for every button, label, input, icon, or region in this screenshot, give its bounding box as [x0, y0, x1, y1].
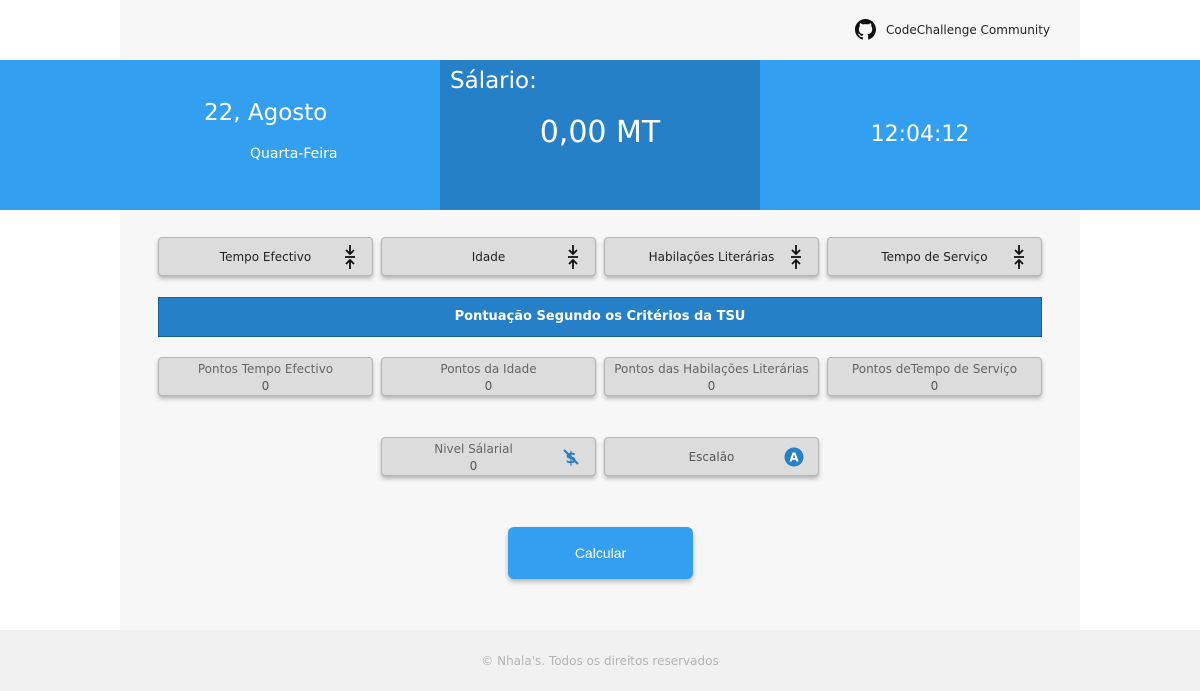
current-weekday: Quarta-Feira	[250, 146, 338, 162]
current-date: 22, Agosto	[204, 100, 328, 126]
footer: © Nhala's. Todos os direitos reservados	[0, 630, 1200, 691]
idade-input-button[interactable]: Idade	[381, 237, 596, 276]
score-tempo-servico: Pontos deTempo de Serviço 0	[827, 357, 1042, 396]
score-value: 0	[930, 379, 939, 393]
score-value: 0	[484, 379, 493, 393]
salary-level-output: Nivel Sálarial 0 $	[381, 437, 596, 476]
brand-link[interactable]: CodeChallenge Community	[855, 19, 1050, 40]
score-label: Pontos da Idade	[440, 362, 537, 376]
calculate-button[interactable]: Calcular	[508, 527, 693, 579]
clock: 12:04:12	[870, 122, 970, 147]
score-label: Pontos das Habilações Literárias	[614, 362, 809, 376]
top-bar: CodeChallenge Community	[120, 0, 1080, 60]
github-icon	[855, 19, 877, 40]
score-idade: Pontos da Idade 0	[381, 357, 596, 396]
compress-arrows-icon	[1014, 245, 1024, 269]
tempo-efectivo-input-button[interactable]: Tempo Efectivo	[158, 237, 373, 276]
brand-name: CodeChallenge Community	[886, 22, 1050, 37]
info-banner: 22, Agosto Quarta-Feira Sálario: 0,00 MT…	[0, 60, 1200, 210]
compress-arrows-icon	[345, 245, 355, 269]
badge-letter: A	[789, 451, 799, 465]
score-habilacoes: Pontos das Habilações Literárias 0	[604, 357, 819, 396]
score-tempo-efectivo: Pontos Tempo Efectivo 0	[158, 357, 373, 396]
salary-label: Sálario:	[450, 68, 537, 94]
tempo-servico-input-button[interactable]: Tempo de Serviço	[827, 237, 1042, 276]
habilacoes-input-button[interactable]: Habilações Literárias	[604, 237, 819, 276]
level-label: Nivel Sálarial	[434, 442, 513, 456]
input-label: Idade	[471, 250, 506, 264]
page: CodeChallenge Community 22, Agosto Quart…	[0, 0, 1200, 691]
salary-value: 0,00 MT	[539, 115, 661, 150]
letter-a-badge-icon: A	[784, 447, 804, 467]
compress-arrows-icon	[791, 245, 801, 269]
score-value: 0	[707, 379, 716, 393]
copyright-text: © Nhala's. Todos os direitos reservados	[481, 654, 719, 668]
score-label: Pontos deTempo de Serviço	[851, 362, 1018, 376]
input-label: Tempo Efectivo	[219, 250, 312, 264]
level-value: 0	[469, 459, 478, 473]
compress-arrows-icon	[568, 245, 578, 269]
escalao-output: Escalão A	[604, 437, 819, 476]
input-label: Habilações Literárias	[648, 250, 775, 264]
salary-panel: Sálario: 0,00 MT	[440, 60, 760, 210]
input-label: Tempo de Serviço	[881, 250, 988, 264]
score-label: Pontos Tempo Efectivo	[197, 362, 334, 376]
score-value: 0	[261, 379, 270, 393]
no-dollar-icon: $	[563, 448, 579, 467]
section-title: Pontuação Segundo os Critérios da TSU	[158, 297, 1042, 337]
